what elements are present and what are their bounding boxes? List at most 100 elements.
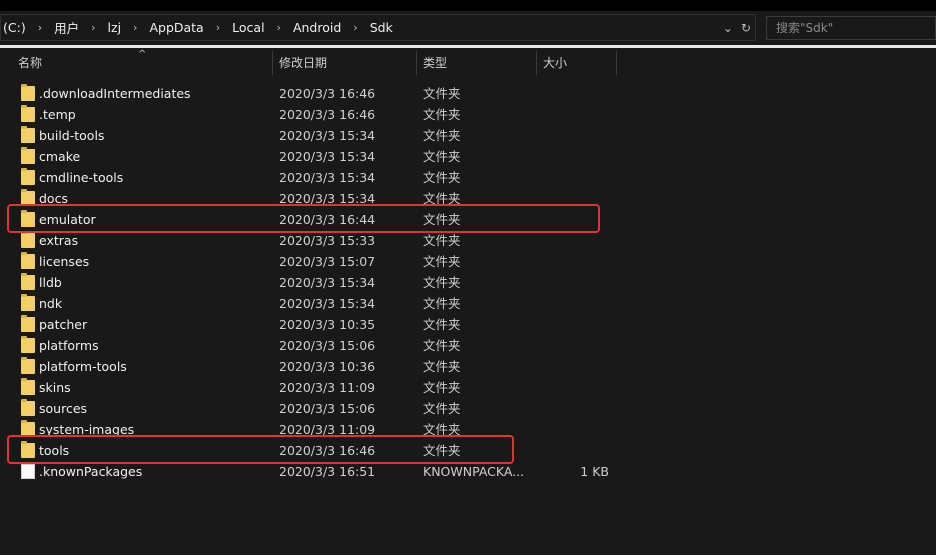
file-type: KNOWNPACKA...: [423, 464, 525, 479]
file-date: 2020/3/3 16:46: [279, 107, 376, 122]
file-date: 2020/3/3 15:34: [279, 296, 376, 311]
chevron-right-icon[interactable]: ›: [127, 21, 143, 34]
file-type: 文件夹: [423, 296, 461, 311]
file-icon: [21, 464, 35, 479]
file-date: 2020/3/3 15:33: [279, 233, 376, 248]
file-type: 文件夹: [423, 170, 461, 185]
file-size: [540, 251, 609, 272]
file-date: 2020/3/3 15:34: [279, 275, 376, 290]
folder-icon: [21, 231, 35, 248]
file-size: [540, 314, 609, 335]
file-type: 文件夹: [423, 149, 461, 164]
breadcrumb-drive[interactable]: (C:): [1, 15, 32, 40]
file-size: 1 KB: [580, 464, 609, 479]
file-size: [540, 398, 609, 419]
file-name: platforms: [39, 338, 99, 353]
file-type: 文件夹: [423, 380, 461, 395]
file-row[interactable]: licenses 2020/3/3 15:07 文件夹: [0, 251, 936, 272]
column-header-date[interactable]: 修改日期: [273, 51, 417, 75]
chevron-right-icon[interactable]: ›: [271, 21, 287, 34]
file-row[interactable]: build-tools 2020/3/3 15:34 文件夹: [0, 125, 936, 146]
file-row[interactable]: platform-tools 2020/3/3 10:36 文件夹: [0, 356, 936, 377]
folder-icon: [21, 147, 35, 164]
file-row[interactable]: cmake 2020/3/3 15:34 文件夹: [0, 146, 936, 167]
chevron-right-icon[interactable]: ›: [210, 21, 226, 34]
file-type: 文件夹: [423, 275, 461, 290]
folder-icon: [21, 399, 35, 416]
column-header-type[interactable]: 类型: [417, 51, 537, 75]
breadcrumb-label: lzj: [107, 20, 122, 35]
breadcrumb-users[interactable]: 用户: [48, 15, 85, 40]
file-name: .knownPackages: [39, 464, 143, 479]
address-tools: ⌄ ↻: [723, 15, 751, 40]
file-name: sources: [39, 401, 88, 416]
file-size: [540, 83, 609, 104]
column-header-label: 类型: [423, 56, 448, 70]
file-row[interactable]: .knownPackages 2020/3/3 16:51 KNOWNPACKA..…: [0, 461, 936, 482]
file-name: lldb: [39, 275, 62, 290]
file-name: patcher: [39, 317, 88, 332]
breadcrumb-appdata[interactable]: AppData: [143, 15, 209, 40]
chevron-right-icon[interactable]: ›: [85, 21, 101, 34]
file-type: 文件夹: [423, 317, 461, 332]
file-row[interactable]: skins 2020/3/3 11:09 文件夹: [0, 377, 936, 398]
file-size: [540, 167, 609, 188]
folder-icon: [21, 105, 35, 122]
folder-icon: [21, 315, 35, 332]
breadcrumb-lzj[interactable]: lzj: [102, 15, 128, 40]
folder-icon: [21, 252, 35, 269]
file-name: cmdline-tools: [39, 170, 124, 185]
column-divider[interactable]: [616, 51, 617, 75]
file-name: ndk: [39, 296, 63, 311]
address-bar[interactable]: (C:) › 用户 › lzj › AppData › Local › Andr…: [0, 14, 756, 41]
file-date: 2020/3/3 15:34: [279, 149, 376, 164]
file-name: build-tools: [39, 128, 105, 143]
file-date: 2020/3/3 15:34: [279, 128, 376, 143]
folder-icon: [21, 378, 35, 395]
file-date: 2020/3/3 15:06: [279, 401, 376, 416]
file-name: .temp: [39, 107, 76, 122]
file-name: extras: [39, 233, 79, 248]
file-type: 文件夹: [423, 338, 461, 353]
refresh-icon[interactable]: ↻: [741, 21, 751, 35]
file-date: 2020/3/3 16:51: [279, 464, 376, 479]
file-row[interactable]: .downloadIntermediates 2020/3/3 16:46 文件夹: [0, 83, 936, 104]
file-date: 2020/3/3 11:09: [279, 380, 376, 395]
file-type: 文件夹: [423, 128, 461, 143]
file-row[interactable]: .temp 2020/3/3 16:46 文件夹: [0, 104, 936, 125]
breadcrumb-local[interactable]: Local: [226, 15, 270, 40]
file-row[interactable]: patcher 2020/3/3 10:35 文件夹: [0, 314, 936, 335]
chevron-down-icon[interactable]: ⌄: [723, 21, 733, 35]
file-row[interactable]: ndk 2020/3/3 15:34 文件夹: [0, 293, 936, 314]
highlight-box: [7, 435, 514, 464]
sort-ascending-icon: ^: [138, 49, 147, 60]
breadcrumb-sdk[interactable]: Sdk: [364, 15, 399, 40]
file-row[interactable]: lldb 2020/3/3 15:34 文件夹: [0, 272, 936, 293]
file-row[interactable]: extras 2020/3/3 15:33 文件夹: [0, 230, 936, 251]
column-header-size[interactable]: 大小: [537, 51, 617, 75]
folder-icon: [21, 273, 35, 290]
file-name: skins: [39, 380, 71, 395]
highlight-box: [7, 204, 600, 233]
file-name: platform-tools: [39, 359, 127, 374]
column-header-name[interactable]: ^ 名称: [0, 49, 273, 75]
file-size: [540, 356, 609, 377]
file-row[interactable]: sources 2020/3/3 15:06 文件夹: [0, 398, 936, 419]
search-placeholder: 搜索"Sdk": [776, 21, 834, 35]
file-size: [540, 377, 609, 398]
file-date: 2020/3/3 16:46: [279, 86, 376, 101]
folder-icon: [21, 126, 35, 143]
chevron-right-icon[interactable]: ›: [347, 21, 363, 34]
file-size: [540, 419, 609, 440]
title-strip: [0, 0, 936, 11]
file-size: [540, 335, 609, 356]
file-list: .downloadIntermediates 2020/3/3 16:46 文件夹.…: [0, 83, 936, 482]
chevron-right-icon[interactable]: ›: [32, 21, 48, 34]
file-size: [540, 293, 609, 314]
file-type: 文件夹: [423, 233, 461, 248]
search-input[interactable]: 搜索"Sdk": [766, 16, 936, 40]
file-row[interactable]: platforms 2020/3/3 15:06 文件夹: [0, 335, 936, 356]
file-row[interactable]: cmdline-tools 2020/3/3 15:34 文件夹: [0, 167, 936, 188]
breadcrumb-android[interactable]: Android: [287, 15, 347, 40]
folder-icon: [21, 294, 35, 311]
